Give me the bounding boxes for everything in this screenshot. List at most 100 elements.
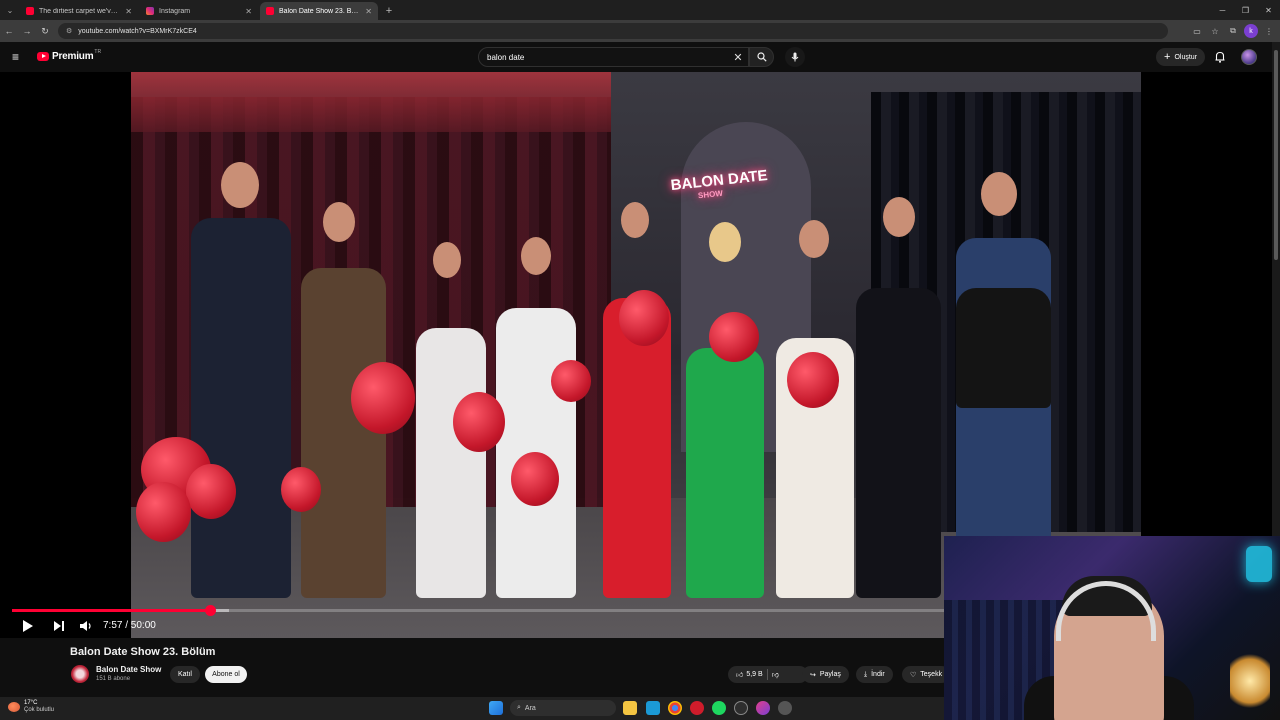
search-query: balon date: [487, 52, 525, 62]
red-balloon: [511, 452, 559, 506]
opera-icon[interactable]: [690, 701, 704, 715]
tab-search-icon[interactable]: ⌄: [0, 0, 20, 20]
temperature: 17°C: [24, 700, 38, 706]
extensions-icon[interactable]: ⧉: [1226, 24, 1240, 38]
close-window-icon[interactable]: ✕: [1257, 0, 1280, 20]
account-avatar[interactable]: [1241, 49, 1257, 65]
webcam-neon-decor: [1246, 546, 1272, 582]
cast-icon[interactable]: ▭: [1190, 24, 1204, 38]
search-button[interactable]: [749, 47, 774, 67]
forward-icon[interactable]: →: [18, 20, 36, 42]
time-display: 7:57 / 50:00: [103, 620, 156, 631]
like-count: 5,9 B: [746, 671, 763, 678]
browser-menu-icon[interactable]: ⋮: [1262, 24, 1276, 38]
toolbar-actions: ▭ ☆ ⧉ k ⋮: [1190, 20, 1276, 42]
red-stage-light: [131, 72, 611, 132]
maximize-icon[interactable]: ❐: [1234, 0, 1257, 20]
share-arrow-icon: ↪: [810, 671, 816, 679]
red-balloon: [709, 312, 759, 362]
voice-search-button[interactable]: [785, 47, 805, 67]
contestant-figure: [191, 218, 291, 598]
contestant-head: [883, 197, 915, 237]
minimize-icon[interactable]: ─: [1211, 0, 1234, 20]
divider: [766, 669, 768, 680]
instagram-favicon-icon: [146, 7, 154, 15]
play-button[interactable]: [20, 618, 36, 634]
like-button[interactable]: 👍︎ 5,9 B: [736, 670, 763, 679]
progress-played: [12, 609, 210, 612]
site-info-icon[interactable]: ⚙: [66, 27, 72, 35]
browser-toolbar: ← → ↻ ⚙ youtube.com/watch?v=BXMrK7zkCE4 …: [0, 20, 1280, 42]
host-head: [981, 172, 1017, 216]
volume-icon: [80, 621, 91, 631]
dislike-button[interactable]: 👎︎: [772, 670, 779, 679]
create-button[interactable]: + Oluştur: [1156, 48, 1205, 66]
youtube-favicon-icon: [266, 7, 274, 15]
back-icon[interactable]: ←: [0, 20, 18, 42]
bookmark-star-icon[interactable]: ☆: [1208, 24, 1222, 38]
download-button[interactable]: ⤓ İndir: [856, 666, 893, 683]
url-text: youtube.com/watch?v=BXMrK7zkCE4: [78, 27, 197, 35]
youtube-logo[interactable]: Premium TR: [37, 49, 102, 62]
weather-widget[interactable]: 17°C Çok bulutlu: [8, 700, 54, 714]
contestant-head: [621, 202, 649, 238]
volume-button[interactable]: [78, 618, 94, 634]
close-tab-icon[interactable]: ✕: [245, 7, 252, 16]
new-tab-icon[interactable]: +: [380, 2, 398, 20]
red-balloon: [186, 464, 236, 519]
settings-gear-icon[interactable]: [778, 701, 792, 715]
red-balloon: [351, 362, 415, 434]
progress-scrubber[interactable]: [205, 605, 216, 616]
telegram-icon[interactable]: [646, 701, 660, 715]
red-balloon: [136, 482, 191, 542]
browser-tab-2[interactable]: Instagram ✕: [140, 2, 258, 20]
window-controls: ─ ❐ ✕: [1211, 0, 1280, 20]
app-icon[interactable]: [756, 701, 770, 715]
plus-icon: +: [1164, 51, 1171, 63]
hamburger-menu-icon[interactable]: ≡: [12, 51, 24, 63]
red-balloon: [551, 360, 591, 402]
contestant-head: [521, 237, 551, 275]
contestant-head: [799, 220, 829, 258]
profile-avatar-icon[interactable]: k: [1244, 24, 1258, 38]
chrome-icon[interactable]: [668, 701, 682, 715]
youtube-favicon-icon: [26, 7, 34, 15]
windows-taskbar: [0, 697, 944, 720]
channel-name[interactable]: Balon Date Show: [96, 665, 161, 674]
close-tab-icon[interactable]: ✕: [365, 7, 372, 16]
spotify-icon[interactable]: [712, 701, 726, 715]
notifications-bell-icon[interactable]: [1213, 50, 1227, 64]
search-input[interactable]: balon date: [478, 47, 749, 67]
youtube-play-icon: [37, 52, 49, 61]
address-bar[interactable]: ⚙ youtube.com/watch?v=BXMrK7zkCE4: [58, 23, 1168, 39]
close-tab-icon[interactable]: ✕: [125, 7, 132, 16]
logo-text: Premium: [52, 51, 94, 62]
like-dislike-group: 👍︎ 5,9 B 👎︎: [728, 666, 808, 683]
tab-title: Instagram: [159, 7, 191, 15]
create-label: Oluştur: [1174, 53, 1197, 61]
steam-icon[interactable]: [734, 701, 748, 715]
download-icon: ⤓: [864, 670, 868, 678]
region-code: TR: [94, 49, 102, 55]
channel-avatar[interactable]: [71, 665, 89, 683]
browser-tab-3-active[interactable]: Balon Date Show 23. Bölüm - Yo ✕: [260, 2, 378, 20]
next-button[interactable]: [51, 618, 67, 634]
taskbar-search[interactable]: ⌕ Ara: [510, 700, 616, 716]
webcam-overlay: [944, 536, 1280, 720]
share-button[interactable]: ↪ Paylaş: [802, 666, 849, 683]
scrollbar-thumb[interactable]: [1274, 50, 1278, 260]
red-balloon: [281, 467, 321, 512]
thanks-button[interactable]: ♡ Teşekk: [902, 666, 951, 683]
browser-tab-1[interactable]: The dirtiest carpet we've ever c ✕: [20, 2, 138, 20]
windows-start-icon[interactable]: [489, 701, 503, 715]
clear-search-icon[interactable]: ✕: [731, 49, 745, 65]
subscribe-button[interactable]: Abone ol: [205, 666, 247, 683]
weather-icon: [8, 702, 20, 712]
contestant-head: [323, 202, 355, 242]
download-label: İndir: [871, 671, 885, 678]
contestant-figure: [686, 348, 764, 598]
reload-icon[interactable]: ↻: [36, 20, 54, 42]
subscriber-count: 151 B abone: [96, 676, 131, 682]
file-explorer-icon[interactable]: [623, 701, 637, 715]
join-button[interactable]: Katıl: [170, 666, 200, 683]
